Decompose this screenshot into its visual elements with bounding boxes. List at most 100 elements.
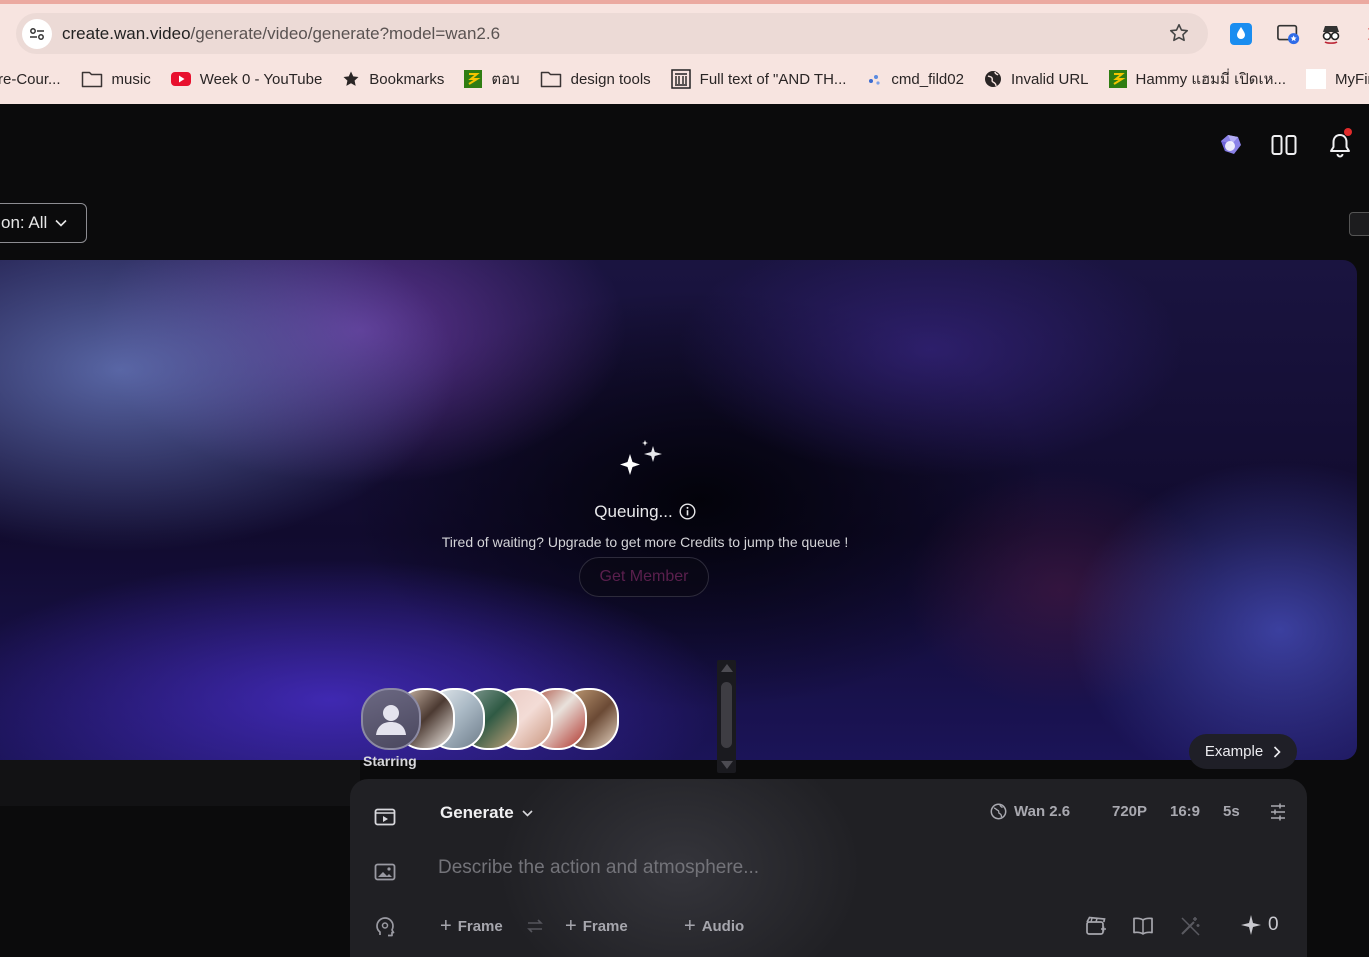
starring-avatars[interactable] bbox=[361, 688, 619, 752]
site-icon bbox=[464, 70, 483, 88]
bookmark-hammy[interactable]: Hammy แฮมมี่ เปิดเห... bbox=[1108, 64, 1287, 94]
address-bar[interactable]: create.wan.video/generate/video/generate… bbox=[16, 13, 1208, 54]
model-label: Wan 2.6 bbox=[1014, 803, 1071, 820]
bookmark-label: Full text of "AND TH... bbox=[699, 70, 847, 88]
plus-icon: + bbox=[565, 915, 577, 937]
bookmark-star-icon[interactable] bbox=[1168, 22, 1190, 44]
notification-badge bbox=[1344, 128, 1352, 136]
extension-red-icon[interactable] bbox=[1360, 22, 1369, 46]
resolution-selector[interactable]: 720P bbox=[1112, 803, 1147, 820]
bottom-left-bar bbox=[0, 760, 360, 806]
avatar-mode-icon[interactable] bbox=[373, 915, 397, 939]
chevron-down-icon bbox=[55, 219, 67, 227]
add-audio-button[interactable]: + Audio bbox=[684, 916, 744, 936]
bookmark-label: music bbox=[111, 70, 151, 88]
audio-label: Audio bbox=[701, 917, 745, 935]
aspect-ratio-selector[interactable]: 16:9 bbox=[1170, 803, 1200, 820]
duration-label: 5s bbox=[1223, 803, 1240, 820]
storyboard-icon[interactable] bbox=[1083, 913, 1109, 939]
bookmark-folder-design-tools[interactable]: design tools bbox=[540, 64, 651, 94]
model-selector[interactable]: Wan 2.6 bbox=[990, 803, 1070, 820]
settings-sliders-icon[interactable] bbox=[1270, 803, 1286, 821]
folder-icon bbox=[540, 71, 561, 88]
chevron-right-icon bbox=[1274, 745, 1281, 758]
bookmarks-bar: re-Cour... music Week 0 - YouTube Bookma… bbox=[0, 62, 1369, 96]
cast-extension-icon[interactable] bbox=[1277, 22, 1301, 46]
bookmark-cmd-fild02[interactable]: cmd_fild02 bbox=[866, 64, 964, 94]
page-icon bbox=[1306, 69, 1327, 89]
bookmark-label: Invalid URL bbox=[1010, 70, 1089, 88]
get-member-button[interactable]: Get Member bbox=[579, 557, 709, 597]
guide-book-icon[interactable] bbox=[1130, 913, 1156, 939]
queue-title: Queuing... bbox=[594, 502, 673, 521]
url-path: /generate/video/generate?model=wan2.6 bbox=[190, 23, 501, 43]
scrollbar-thumb[interactable] bbox=[721, 682, 732, 748]
credits-generate-button[interactable]: 0 bbox=[1240, 914, 1279, 936]
app-main: on: All Queuing... Tired of waiting? Upg… bbox=[0, 104, 1369, 957]
swap-frames-icon[interactable] bbox=[522, 913, 548, 939]
scrollbar[interactable] bbox=[717, 660, 736, 773]
info-icon[interactable] bbox=[679, 503, 696, 520]
duration-selector[interactable]: 5s bbox=[1223, 803, 1240, 820]
bookmark-label: design tools bbox=[570, 70, 651, 88]
tab-strip-edge bbox=[0, 0, 1369, 4]
bookmark-invalid-url[interactable]: Invalid URL bbox=[984, 64, 1089, 94]
notification-bell-icon[interactable] bbox=[1325, 128, 1355, 160]
bookmark-folder-music[interactable]: music bbox=[81, 64, 151, 94]
image-mode-icon[interactable] bbox=[373, 860, 397, 884]
bookmark-bookmarks[interactable]: Bookmarks bbox=[342, 64, 444, 94]
video-preview-card: Queuing... Tired of waiting? Upgrade to … bbox=[0, 260, 1357, 760]
resolution-label: 720P bbox=[1112, 803, 1148, 820]
bookmark-label: cmd_fild02 bbox=[891, 70, 964, 88]
example-button[interactable]: Example bbox=[1189, 734, 1297, 769]
bookmark-label: MyFirs bbox=[1335, 70, 1369, 88]
layout-toggle-icon[interactable] bbox=[1269, 130, 1299, 160]
sparkle-icon bbox=[620, 440, 662, 475]
person-icon bbox=[376, 705, 406, 735]
bookmark-label: Bookmarks bbox=[369, 70, 445, 88]
prompt-composer: Generate Wan 2.6 720P 16:9 5s + Frame + Fr… bbox=[350, 779, 1307, 957]
magic-wand-disabled-icon[interactable] bbox=[1177, 913, 1203, 939]
scroll-up-icon[interactable] bbox=[721, 664, 733, 672]
prompt-input[interactable] bbox=[438, 857, 1038, 879]
bookmark-label: Week 0 - YouTube bbox=[199, 70, 323, 88]
starring-label: Starring bbox=[363, 753, 417, 769]
aspect-label: 16:9 bbox=[1170, 803, 1201, 820]
spy-extension-icon[interactable] bbox=[1319, 22, 1343, 46]
add-start-frame-button[interactable]: + Frame bbox=[440, 916, 503, 936]
bookmark-myfirst[interactable]: MyFirs bbox=[1306, 64, 1369, 94]
video-mode-icon[interactable] bbox=[373, 805, 397, 829]
bookmark-youtube[interactable]: Week 0 - YouTube bbox=[170, 64, 323, 94]
extension-drop-icon[interactable] bbox=[1229, 22, 1253, 46]
filter-label: on: All bbox=[1, 213, 48, 232]
mode-dropdown[interactable]: Generate bbox=[440, 803, 533, 823]
add-character-avatar[interactable] bbox=[361, 688, 421, 750]
plus-icon: + bbox=[684, 915, 696, 937]
upgrade-tip: Tired of waiting? Upgrade to get more Cr… bbox=[441, 534, 849, 550]
credits-count: 0 bbox=[1268, 914, 1279, 935]
url-host: create.wan.video bbox=[62, 23, 191, 43]
scroll-down-icon[interactable] bbox=[721, 761, 733, 769]
bookmark-thai-reply[interactable]: ตอบ bbox=[464, 64, 520, 94]
star-icon bbox=[343, 71, 359, 86]
site-icon bbox=[1108, 70, 1127, 88]
url-text[interactable]: create.wan.video/generate/video/generate… bbox=[62, 24, 500, 44]
add-end-frame-button[interactable]: + Frame bbox=[565, 916, 628, 936]
globe-icon bbox=[984, 71, 1001, 87]
archive-icon bbox=[670, 69, 691, 89]
filter-dropdown[interactable]: on: All bbox=[0, 203, 87, 243]
view-toggle-button[interactable] bbox=[1349, 212, 1369, 236]
community-icon[interactable] bbox=[1215, 130, 1245, 160]
bookmark-label: ตอบ bbox=[491, 71, 520, 88]
frame-label: Frame bbox=[457, 917, 503, 935]
mode-label: Generate bbox=[440, 803, 514, 822]
site-icon bbox=[869, 75, 881, 85]
sparkle-icon bbox=[1241, 915, 1261, 935]
bookmark-item[interactable]: re-Cour... bbox=[0, 64, 61, 94]
bookmark-label: Hammy แฮมมี่ เปิดเห... bbox=[1135, 71, 1287, 88]
site-info-icon[interactable] bbox=[22, 18, 52, 49]
example-label: Example bbox=[1204, 743, 1264, 760]
globe-icon bbox=[990, 803, 1007, 820]
bookmark-archive[interactable]: Full text of "AND TH... bbox=[670, 64, 847, 94]
folder-icon bbox=[81, 71, 102, 88]
